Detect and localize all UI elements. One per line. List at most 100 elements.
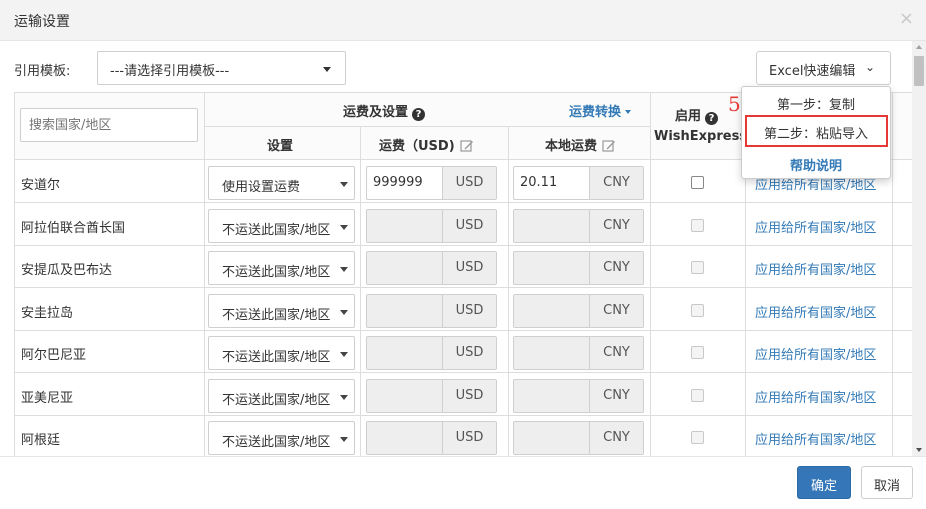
excel-quick-edit-button[interactable]: Excel快速编辑 ⌄ [756,51,891,85]
footer-divider [0,456,926,457]
local-freight-input[interactable] [514,294,590,327]
col-local-header: 本地运费 [545,135,616,154]
enable-label: 启用 [675,109,702,124]
country-name: 阿拉伯联合酋长国 [21,220,126,236]
local-freight-input-group: CNY [513,251,644,285]
wishexpress-checkbox[interactable] [691,218,704,232]
freight-input-group: USD [366,421,497,455]
country-name: 阿根廷 [21,433,61,448]
scroll-up-icon[interactable] [916,45,922,49]
scrollbar[interactable] [912,41,926,456]
excel-quick-edit-label: Excel快速编辑 [769,64,856,79]
freight-input[interactable] [367,294,443,327]
apply-all-link[interactable]: 应用给所有国家/地区 [755,259,876,278]
local-freight-unit: CNY [589,294,643,327]
apply-all-link[interactable]: 应用给所有国家/地区 [755,429,876,448]
local-freight-input-group: CNY [513,378,644,413]
apply-all-link[interactable]: 应用给所有国家/地区 [755,344,876,363]
wishexpress-checkbox[interactable] [691,388,704,402]
freight-input-group: USD [366,293,497,328]
enable-header: 启用? [675,105,719,125]
template-select[interactable]: ---请选择引用模板--- [97,51,346,85]
shipping-setting-value: 不运送此国家/地区 [222,222,331,238]
country-search-input[interactable] [20,108,198,142]
scrollbar-thumb[interactable] [914,56,924,86]
local-freight-unit: CNY [589,422,643,454]
table-row: 阿拉伯联合酋长国 不运送此国家/地区 USD CNY 应用给所有国家/地区 [15,204,912,246]
freight-input[interactable] [367,252,443,284]
shipping-setting-select[interactable]: 不运送此国家/地区 [208,421,355,455]
menu-item-help[interactable]: 帮助说明 [742,150,890,176]
wishexpress-checkbox[interactable] [691,431,704,444]
cancel-button[interactable]: 取消 [861,466,913,499]
apply-all-link[interactable]: 应用给所有国家/地区 [755,217,876,236]
help-icon[interactable]: ? [705,112,719,125]
local-freight-input[interactable]: 20.11 [514,167,590,199]
country-name: 安道尔 [21,178,61,193]
col-freight-header: 运费（USD) [379,135,474,154]
apply-all-link[interactable]: 应用给所有国家/地区 [755,302,876,321]
edit-icon[interactable] [602,139,616,153]
country-name: 安圭拉岛 [21,305,74,321]
local-freight-unit: CNY [589,252,643,284]
shipping-setting-select[interactable]: 使用设置运费 [208,166,355,200]
freight-input[interactable] [367,337,443,369]
shipping-setting-select[interactable]: 不运送此国家/地区 [208,293,355,328]
wishexpress-checkbox[interactable] [691,303,704,317]
col-setting-header: 设置 [267,139,294,154]
freight-unit: USD [442,167,496,199]
freight-convert-link[interactable]: 运费转换 [569,101,632,120]
caret-down-icon [340,224,348,230]
confirm-button[interactable]: 确定 [797,466,851,499]
caret-down-icon [625,110,632,114]
edit-icon[interactable] [460,139,474,153]
wishexpress-checkbox[interactable] [691,346,704,359]
menu-item-copy[interactable]: 第一步：复制 [742,89,890,115]
close-icon[interactable]: × [899,8,914,29]
shipping-setting-value: 使用设置运费 [222,180,301,195]
wishexpress-header: WishExpress [654,129,748,144]
caret-down-icon [340,309,348,315]
local-freight-input[interactable] [514,252,590,284]
local-freight-unit: CNY [589,167,643,199]
col-divider [360,126,361,456]
shipping-setting-select[interactable]: 不运送此国家/地区 [208,378,355,413]
shipping-setting-select[interactable]: 不运送此国家/地区 [208,208,355,243]
apply-all-link[interactable]: 应用给所有国家/地区 [755,387,876,406]
dialog-title: 运输设置 [14,14,70,30]
wishexpress-checkbox[interactable] [691,261,704,274]
local-freight-input[interactable] [514,379,590,412]
shipping-setting-select[interactable]: 不运送此国家/地区 [208,336,355,370]
table-row: 阿根廷 不运送此国家/地区 USD CNY 应用给所有国家/地区 [15,416,912,456]
country-name: 安提瓜及巴布达 [21,263,113,278]
caret-down-icon [340,182,348,187]
freight-unit: USD [442,252,496,284]
header-divider [205,126,650,127]
shipping-setting-value: 不运送此国家/地区 [222,392,331,408]
table-row: 阿尔巴尼亚 不运送此国家/地区 USD CNY 应用给所有国家/地区 [15,331,912,373]
wishexpress-checkbox[interactable] [691,176,704,189]
local-freight-input[interactable] [514,422,590,454]
dialog-header: 运输设置 × [0,0,926,41]
freight-unit: USD [442,294,496,327]
local-freight-input[interactable] [514,337,590,369]
freight-input[interactable] [367,209,443,242]
help-icon[interactable]: ? [412,108,426,121]
freight-input[interactable] [367,379,443,412]
scroll-down-icon[interactable] [916,448,922,452]
freight-input-group: 999999 USD [366,166,497,200]
shipping-setting-value: 不运送此国家/地区 [222,307,331,323]
col-divider [892,93,893,456]
freight-input[interactable] [367,422,443,454]
local-freight-input-group: CNY [513,421,644,455]
local-freight-input-group: CNY [513,293,644,328]
shipping-setting-select[interactable]: 不运送此国家/地区 [208,251,355,285]
shipping-setting-value: 不运送此国家/地区 [222,435,331,450]
col-divider [204,93,205,456]
shipping-setting-value: 不运送此国家/地区 [222,265,331,280]
local-freight-input[interactable] [514,209,590,242]
table-row: 安提瓜及巴布达 不运送此国家/地区 USD CNY 应用给所有国家/地区 [15,246,912,288]
col-freight-label: 运费（USD) [379,139,455,154]
freight-input[interactable]: 999999 [367,167,443,199]
shipping-setting-value: 不运送此国家/地区 [222,350,331,365]
